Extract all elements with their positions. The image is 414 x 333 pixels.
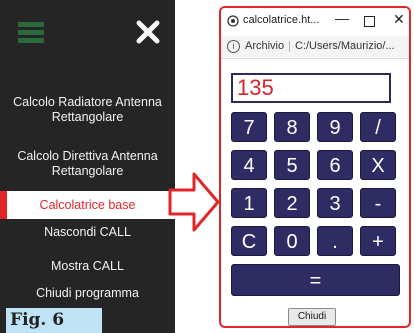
close-icon[interactable] — [134, 18, 162, 46]
sidebar-item-calcolo-radiatore[interactable]: Calcolo Radiatore Antenna Rettangolare — [0, 95, 175, 125]
sidebar-item-chiudi-programma[interactable]: Chiudi programma — [0, 286, 175, 301]
window-title: calcolatrice.ht... — [243, 14, 320, 26]
key-equals[interactable]: = — [231, 264, 400, 296]
arrow-right-icon — [168, 172, 220, 232]
browser-icon — [227, 15, 239, 27]
hamburger-icon[interactable] — [18, 22, 46, 44]
address-bar[interactable]: i Archivio | C:/Users/Maurizio/... — [221, 36, 409, 59]
key-add[interactable]: + — [360, 226, 396, 256]
key-3[interactable]: 3 — [317, 188, 353, 218]
maximize-button[interactable] — [364, 16, 375, 27]
key-4[interactable]: 4 — [231, 150, 267, 180]
key-9[interactable]: 9 — [317, 112, 353, 142]
calculator-display[interactable]: 135 — [231, 73, 391, 103]
key-5[interactable]: 5 — [274, 150, 310, 180]
sidebar-item-mostra-call[interactable]: Mostra CALL — [0, 259, 175, 274]
info-icon[interactable]: i — [227, 40, 240, 53]
chiudi-button[interactable]: Chiudi — [288, 308, 336, 326]
key-2[interactable]: 2 — [274, 188, 310, 218]
address-text: Archivio | C:/Users/Maurizio/... — [245, 40, 395, 52]
minimize-button[interactable]: — — [335, 10, 349, 26]
sidebar-item-nascondi-call[interactable]: Nascondi CALL — [0, 225, 175, 240]
key-6[interactable]: 6 — [317, 150, 353, 180]
sidebar-item-calcolatrice-base[interactable]: Calcolatrice base — [0, 191, 175, 219]
key-decimal[interactable]: . — [317, 226, 353, 256]
calculator-window: calcolatrice.ht... — ✕ i Archivio | C:/Use… — [219, 6, 411, 328]
figure-label: Fig. 6 — [6, 308, 102, 333]
key-0[interactable]: 0 — [274, 226, 310, 256]
key-divide[interactable]: / — [360, 112, 396, 142]
key-8[interactable]: 8 — [274, 112, 310, 142]
key-1[interactable]: 1 — [231, 188, 267, 218]
sidebar-item-calcolo-direttiva[interactable]: Calcolo Direttiva Antenna Rettangolare — [0, 149, 175, 179]
sidebar-menu: Calcolo Radiatore Antenna Rettangolare C… — [0, 0, 175, 333]
key-subtract[interactable]: - — [360, 188, 396, 218]
window-titlebar: calcolatrice.ht... — ✕ — [221, 8, 409, 34]
key-clear[interactable]: C — [231, 226, 267, 256]
key-7[interactable]: 7 — [231, 112, 267, 142]
window-close-button[interactable]: ✕ — [393, 11, 405, 28]
key-multiply[interactable]: X — [360, 150, 396, 180]
